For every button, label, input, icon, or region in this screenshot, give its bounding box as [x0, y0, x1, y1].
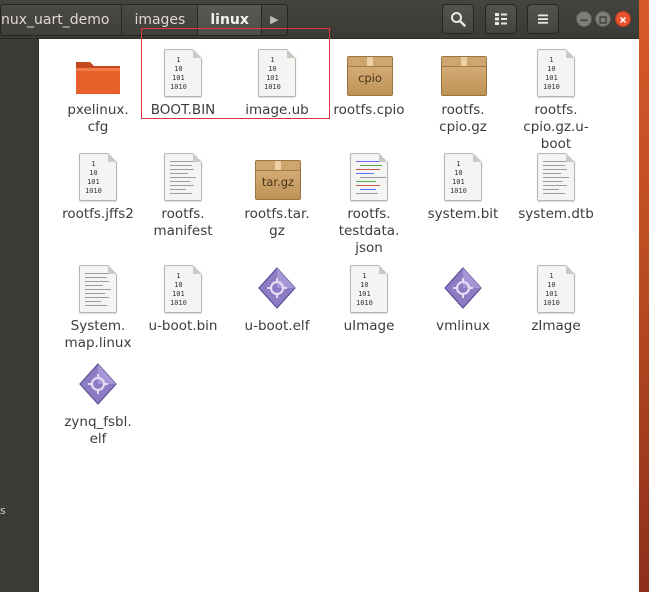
- file-item[interactable]: 1 10 101 1010 rootfs. cpio.gz.u-boot: [509, 48, 603, 153]
- binary-glyph: 1 10 101 1010: [450, 160, 467, 195]
- file-item[interactable]: 1 10 101 1010 u-boot.bin: [136, 264, 230, 335]
- file-name: zImage: [531, 318, 581, 334]
- archive-icon: cpio: [341, 48, 397, 100]
- view-list-icon: [495, 13, 507, 25]
- binary-glyph: 1 10 101 1010: [170, 272, 187, 307]
- file-item[interactable]: cpio rootfs.cpio: [322, 48, 416, 119]
- file-name: rootfs. testdata. json: [338, 206, 400, 256]
- text-file-icon: [70, 264, 126, 316]
- file-item[interactable]: 1 10 101 1010 zImage: [509, 264, 603, 335]
- executable-icon: [249, 264, 305, 316]
- maximize-button[interactable]: [595, 11, 611, 27]
- search-button[interactable]: [442, 4, 474, 34]
- file-item[interactable]: tar.gz rootfs.tar. gz: [230, 152, 324, 240]
- archive-icon: [435, 48, 491, 100]
- minimize-icon: [580, 19, 588, 21]
- binary-file-icon: 1 10 101 1010: [155, 264, 211, 316]
- menu-icon: [538, 14, 548, 24]
- file-item[interactable]: rootfs. cpio.gz: [416, 48, 510, 136]
- menu-button[interactable]: [527, 4, 559, 34]
- file-item[interactable]: system.dtb: [509, 152, 603, 223]
- binary-file-icon: 1 10 101 1010: [341, 264, 397, 316]
- file-name: u-boot.bin: [148, 318, 218, 334]
- folder-icon: [70, 48, 126, 100]
- binary-glyph: 1 10 101 1010: [85, 160, 102, 195]
- file-item[interactable]: zynq_fsbl. elf: [51, 360, 145, 448]
- file-name: rootfs. manifest: [153, 206, 213, 239]
- file-name: rootfs. cpio.gz: [439, 102, 487, 135]
- file-item[interactable]: vmlinux: [416, 264, 510, 335]
- binary-file-icon: 1 10 101 1010: [435, 152, 491, 204]
- file-name: uImage: [343, 318, 395, 334]
- binary-glyph: 1 10 101 1010: [543, 56, 560, 91]
- text-file-icon: [155, 152, 211, 204]
- file-grid: pxelinux. cfg 1 10 101 1010 BOOT.BIN 1 10 101 1010…: [39, 39, 639, 592]
- file-item[interactable]: pxelinux. cfg: [51, 48, 145, 136]
- archive-icon: tar.gz: [249, 152, 305, 204]
- annotation-highlight-box: [141, 28, 330, 119]
- file-name: pxelinux. cfg: [67, 102, 129, 135]
- file-name: rootfs.jffs2: [62, 206, 134, 222]
- file-name: rootfs.tar. gz: [244, 206, 310, 239]
- binary-file-icon: 1 10 101 1010: [528, 48, 584, 100]
- file-item[interactable]: System. map.linux: [51, 264, 145, 352]
- binary-glyph: 1 10 101 1010: [356, 272, 373, 307]
- archive-badge: tar.gz: [261, 175, 295, 189]
- file-name: System. map.linux: [64, 318, 132, 351]
- file-item[interactable]: rootfs. manifest: [136, 152, 230, 240]
- close-icon: [619, 16, 627, 24]
- file-name: system.bit: [427, 206, 499, 222]
- archive-badge: cpio: [358, 71, 382, 85]
- file-name: vmlinux: [436, 318, 490, 334]
- file-name: system.dtb: [518, 206, 594, 222]
- file-item[interactable]: 1 10 101 1010 system.bit: [416, 152, 510, 223]
- minimize-button[interactable]: [576, 11, 592, 27]
- file-item[interactable]: 1 10 101 1010 rootfs.jffs2: [51, 152, 145, 223]
- file-item[interactable]: rootfs. testdata. json: [322, 152, 416, 257]
- binary-glyph: 1 10 101 1010: [543, 272, 560, 307]
- binary-file-icon: 1 10 101 1010: [528, 264, 584, 316]
- file-item[interactable]: 1 10 101 1010 uImage: [322, 264, 416, 335]
- breadcrumb-item-project[interactable]: nux_uart_demo: [1, 5, 123, 35]
- close-button[interactable]: [615, 11, 631, 27]
- chevron-right-icon: ▶: [270, 13, 279, 26]
- file-name: u-boot.elf: [244, 318, 310, 334]
- file-item[interactable]: u-boot.elf: [230, 264, 324, 335]
- file-name: zynq_fsbl. elf: [64, 414, 132, 447]
- text-file-icon: [528, 152, 584, 204]
- maximize-icon: [599, 16, 607, 24]
- places-sidebar: s: [0, 39, 39, 592]
- sidebar-clipped-label: s: [0, 504, 6, 517]
- file-name: rootfs. cpio.gz.u-boot: [523, 102, 589, 152]
- file-name: rootfs.cpio: [333, 102, 405, 118]
- desktop-background: [639, 0, 649, 592]
- binary-file-icon: 1 10 101 1010: [70, 152, 126, 204]
- code-file-icon: [341, 152, 397, 204]
- executable-icon: [435, 264, 491, 316]
- search-icon: [451, 12, 466, 27]
- view-toggle-button[interactable]: [485, 4, 517, 34]
- executable-icon: [70, 360, 126, 412]
